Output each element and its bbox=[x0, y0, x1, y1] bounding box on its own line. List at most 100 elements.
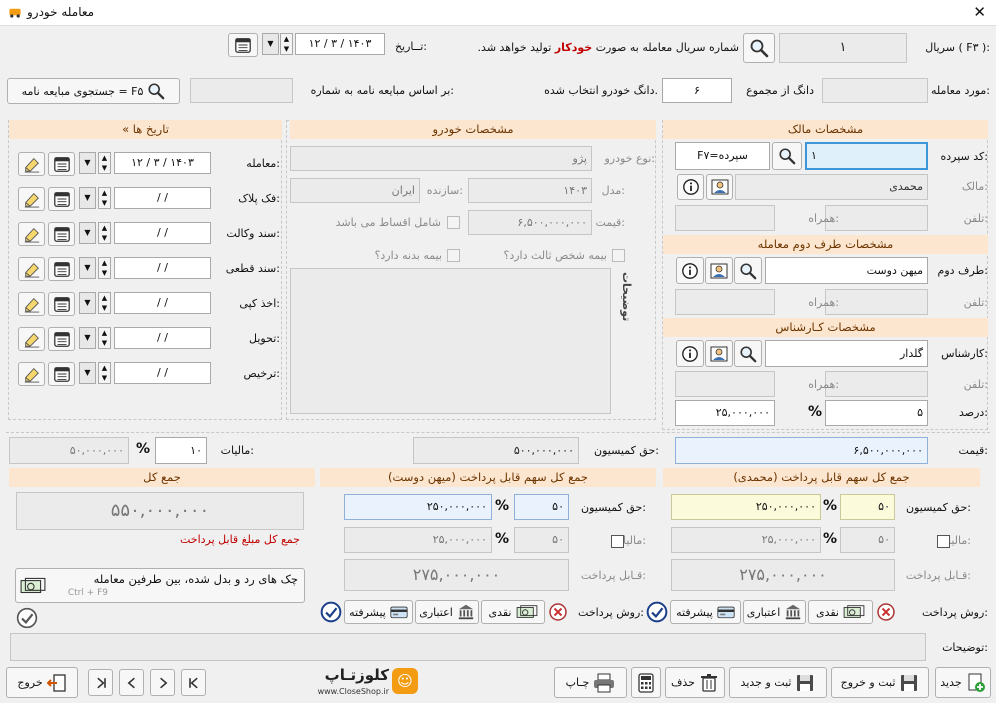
expert-input[interactable]: گلدار bbox=[765, 340, 928, 367]
date-row-input[interactable]: / / bbox=[114, 327, 211, 349]
date-row-spinner[interactable]: ▲ ▼ bbox=[98, 222, 111, 244]
next-record-button[interactable] bbox=[150, 669, 175, 696]
date-row-calendar-button[interactable] bbox=[48, 292, 75, 316]
date-row-clear-button[interactable] bbox=[18, 257, 45, 281]
buyer-advanced-button[interactable]: پیشرفته bbox=[344, 600, 413, 624]
date-spinner[interactable]: ▲ ▼ bbox=[280, 33, 293, 55]
date-row-clear-button[interactable] bbox=[18, 362, 45, 386]
dong-input[interactable]: ۶ bbox=[662, 78, 732, 103]
owner-input[interactable]: محمدی bbox=[735, 174, 928, 200]
buyer-tax-pct[interactable]: ۵۰ bbox=[514, 527, 569, 553]
contract-input[interactable] bbox=[190, 78, 293, 103]
owner-tax-pct[interactable]: ۵۰ bbox=[840, 527, 895, 553]
owner-advanced-button[interactable]: پیشرفته bbox=[670, 600, 741, 624]
buyer-cash-button[interactable]: نقدی bbox=[481, 600, 545, 624]
owner-card-button[interactable] bbox=[706, 174, 733, 200]
owner-commission-pct[interactable]: ۵۰ bbox=[840, 494, 895, 520]
party2-info-button[interactable] bbox=[676, 257, 704, 284]
code-input[interactable]: ۱ bbox=[805, 142, 928, 170]
calculator-button[interactable] bbox=[631, 667, 661, 698]
date-row-input[interactable]: ۱۲ / ۳ / ۱۴۰۳ bbox=[114, 152, 211, 174]
last-record-button[interactable] bbox=[88, 669, 113, 696]
date-row-calendar-button[interactable] bbox=[48, 152, 75, 176]
save-new-button[interactable]: ثبت و جدید bbox=[729, 667, 827, 698]
party2-input[interactable]: میهن دوست bbox=[765, 257, 928, 284]
buyer-payable-value[interactable]: ۲۷۵,۰۰۰,۰۰۰ bbox=[344, 559, 569, 591]
date-row-calendar-button[interactable] bbox=[48, 362, 75, 386]
check-circle-icon[interactable] bbox=[16, 607, 38, 629]
tax-value-input[interactable]: ۵۰,۰۰۰,۰۰۰ bbox=[9, 437, 129, 464]
date-row-spinner[interactable]: ▲ ▼ bbox=[98, 292, 111, 314]
owner-mobile-input[interactable] bbox=[675, 205, 775, 231]
expert-phone-input[interactable] bbox=[825, 371, 928, 397]
date-row-clear-button[interactable] bbox=[18, 187, 45, 211]
date-row-input[interactable]: / / bbox=[114, 292, 211, 314]
deal-input[interactable] bbox=[822, 78, 928, 103]
buyer-credit-button[interactable]: اعتباری bbox=[415, 600, 479, 624]
expert-card-button[interactable] bbox=[705, 340, 733, 367]
print-button[interactable]: چـاپ bbox=[554, 667, 627, 698]
new-button[interactable]: جدید bbox=[935, 667, 991, 698]
date-row-calendar-button[interactable] bbox=[48, 187, 75, 211]
check-circle-icon[interactable] bbox=[646, 601, 668, 623]
installment-checkbox[interactable] bbox=[447, 216, 460, 229]
delete-button[interactable]: حذف bbox=[665, 667, 725, 698]
date-row-clear-button[interactable] bbox=[18, 152, 45, 176]
buyer-commission-value[interactable]: ۲۵۰,۰۰۰,۰۰۰ bbox=[344, 494, 492, 520]
date-row-spinner[interactable]: ▲ ▼ bbox=[98, 152, 111, 174]
car-description-textarea[interactable] bbox=[290, 268, 611, 414]
prev-record-button[interactable] bbox=[119, 669, 144, 696]
date-row-input[interactable]: / / bbox=[114, 257, 211, 279]
date-row-spinner[interactable]: ▲ ▼ bbox=[98, 327, 111, 349]
car-maker-input[interactable]: ایران bbox=[290, 178, 420, 203]
date-row-dropdown[interactable]: ▼ bbox=[79, 222, 96, 244]
first-record-button[interactable] bbox=[181, 669, 206, 696]
clear-payment-icon[interactable] bbox=[876, 602, 896, 622]
expert-mobile-input[interactable] bbox=[675, 371, 775, 397]
date-row-dropdown[interactable]: ▼ bbox=[79, 187, 96, 209]
date-input[interactable]: ۱۲ / ۳ / ۱۴۰۳ bbox=[295, 33, 385, 55]
date-row-dropdown[interactable]: ▼ bbox=[79, 152, 96, 174]
clear-payment-icon[interactable] bbox=[548, 602, 568, 622]
date-row-spinner[interactable]: ▲ ▼ bbox=[98, 257, 111, 279]
date-row-dropdown[interactable]: ▼ bbox=[79, 327, 96, 349]
save-exit-button[interactable]: ثبت و خروج bbox=[831, 667, 929, 698]
owner-credit-button[interactable]: اعتباری bbox=[743, 600, 806, 624]
party2-phone-input[interactable] bbox=[825, 289, 928, 315]
expert-percent-input[interactable]: ۵ bbox=[825, 400, 928, 426]
body-insurance-checkbox[interactable] bbox=[447, 249, 460, 262]
party2-card-button[interactable] bbox=[705, 257, 733, 284]
date-row-spinner[interactable]: ▲ ▼ bbox=[98, 362, 111, 384]
owner-info-button[interactable] bbox=[677, 174, 704, 200]
expert-amount-input[interactable]: ۲۵,۰۰۰,۰۰۰ bbox=[675, 400, 775, 426]
date-row-clear-button[interactable] bbox=[18, 222, 45, 246]
car-price-input[interactable]: ۶,۵۰۰,۰۰۰,۰۰۰ bbox=[468, 210, 592, 235]
exit-button[interactable]: خروج bbox=[6, 667, 78, 698]
expert-search-button[interactable] bbox=[734, 340, 762, 367]
serial-search-button[interactable] bbox=[743, 33, 775, 63]
date-row-clear-button[interactable] bbox=[18, 327, 45, 351]
date-row-dropdown[interactable]: ▼ bbox=[79, 292, 96, 314]
code-search-button[interactable] bbox=[772, 142, 802, 170]
date-row-calendar-button[interactable] bbox=[48, 257, 75, 281]
date-row-calendar-button[interactable] bbox=[48, 327, 75, 351]
car-model-input[interactable]: ۱۴۰۳ bbox=[468, 178, 592, 203]
party2-mobile-input[interactable] bbox=[675, 289, 775, 315]
owner-payable-value[interactable]: ۲۷۵,۰۰۰,۰۰۰ bbox=[671, 559, 895, 591]
car-type-input[interactable]: پژو bbox=[290, 146, 592, 171]
close-icon[interactable]: ✕ bbox=[973, 3, 986, 21]
serial-input[interactable]: ۱ bbox=[779, 33, 907, 63]
date-row-spinner[interactable]: ▲ ▼ bbox=[98, 187, 111, 209]
price-input[interactable]: ۶,۵۰۰,۰۰۰,۰۰۰ bbox=[675, 437, 928, 464]
date-row-clear-button[interactable] bbox=[18, 292, 45, 316]
date-row-input[interactable]: / / bbox=[114, 187, 211, 209]
owner-commission-value[interactable]: ۲۵۰,۰۰۰,۰۰۰ bbox=[671, 494, 821, 520]
notes-input[interactable] bbox=[10, 633, 926, 661]
date-row-dropdown[interactable]: ▼ bbox=[79, 257, 96, 279]
cheques-button[interactable]: چک های رد و بدل شده، بین طرفین معامله Ct… bbox=[15, 568, 305, 603]
date-row-calendar-button[interactable] bbox=[48, 222, 75, 246]
commission-input[interactable]: ۵۰۰,۰۰۰,۰۰۰ bbox=[413, 437, 579, 464]
dates-header[interactable]: « تاریخ ها bbox=[9, 120, 282, 139]
date-row-input[interactable]: / / bbox=[114, 362, 211, 384]
buyer-tax-value[interactable]: ۲۵,۰۰۰,۰۰۰ bbox=[344, 527, 492, 553]
